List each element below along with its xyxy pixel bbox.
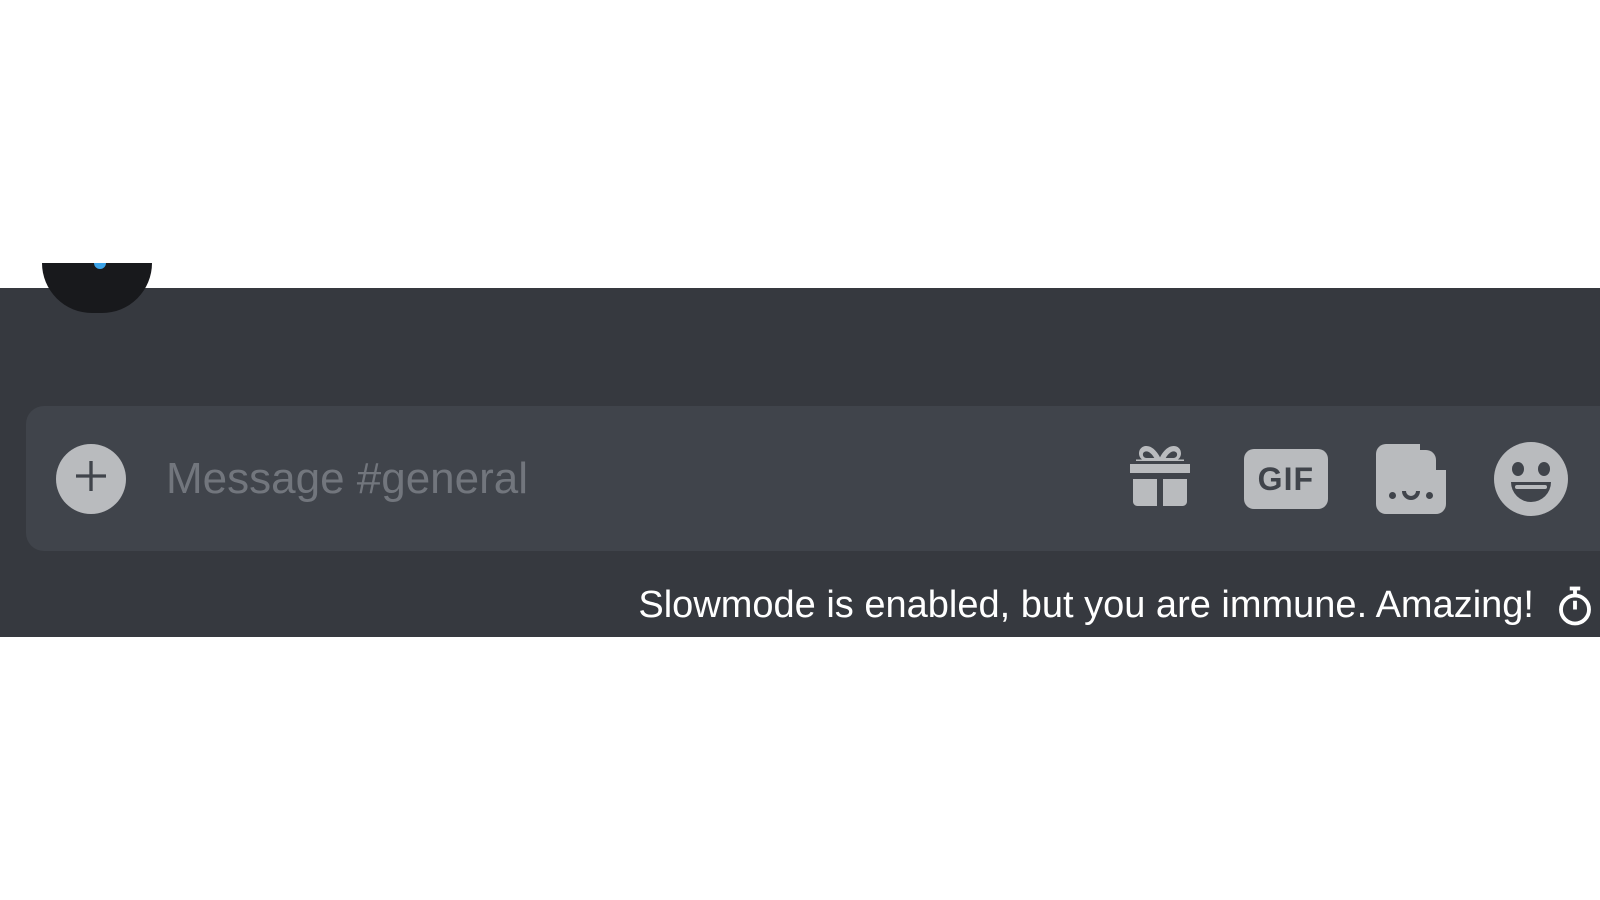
slowmode-text: Slowmode is enabled, but you are immune.… <box>638 584 1534 627</box>
stopwatch-icon <box>1554 585 1596 627</box>
emoji-icon <box>1494 442 1568 516</box>
message-input[interactable] <box>126 454 1124 504</box>
emoji-button[interactable] <box>1494 442 1568 516</box>
slowmode-status: Slowmode is enabled, but you are immune.… <box>638 584 1600 627</box>
sticker-icon <box>1376 444 1446 514</box>
avatar-accent <box>94 263 106 269</box>
attach-button[interactable] <box>56 444 126 514</box>
gif-button[interactable]: GIF <box>1244 449 1328 509</box>
message-input-bar: GIF <box>26 406 1600 551</box>
gift-button[interactable] <box>1124 440 1196 517</box>
avatar-partial <box>42 263 152 313</box>
chat-input-panel: GIF <box>0 288 1600 637</box>
sticker-button[interactable] <box>1376 444 1446 514</box>
plus-icon <box>71 456 111 501</box>
gift-icon <box>1124 440 1196 517</box>
input-actions: GIF <box>1124 440 1570 517</box>
